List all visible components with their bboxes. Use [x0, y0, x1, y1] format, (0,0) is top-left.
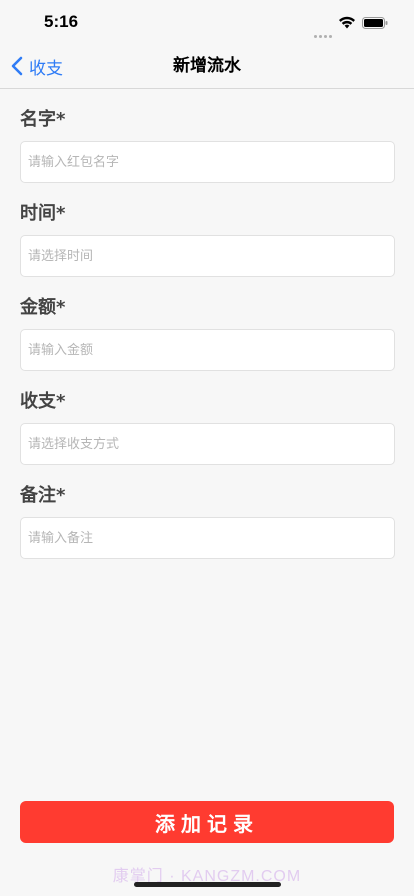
note-input[interactable] — [20, 517, 395, 559]
field-time: 时间* — [20, 200, 395, 277]
cellular-signal-icon — [314, 23, 334, 38]
amount-input[interactable] — [20, 329, 395, 371]
time-input[interactable] — [20, 235, 395, 277]
status-time: 5:16 — [44, 12, 79, 31]
field-name: 名字* — [20, 106, 395, 183]
field-label-type: 收支* — [20, 391, 66, 412]
chevron-left-icon — [11, 56, 23, 76]
field-label-note: 备注* — [20, 485, 66, 506]
income-expense-input[interactable] — [20, 423, 395, 465]
field-label-name: 名字* — [20, 109, 66, 130]
navigation-bar: 新增流水 收支 — [0, 44, 414, 89]
status-bar: 5:16 — [0, 0, 414, 44]
field-type: 收支* — [20, 388, 395, 465]
field-amount: 金额* — [20, 294, 395, 371]
wifi-icon — [339, 16, 355, 29]
add-record-button[interactable]: 添加记录 — [20, 801, 394, 843]
add-record-form: 名字* 时间* 金额* 收支* 备注* — [0, 89, 414, 559]
field-label-time: 时间* — [20, 203, 66, 224]
field-label-amount: 金额* — [20, 297, 66, 318]
back-button-label: 收支 — [29, 58, 63, 79]
name-input[interactable] — [20, 141, 395, 183]
home-indicator — [134, 882, 281, 887]
battery-icon — [362, 17, 388, 29]
back-button[interactable]: 收支 — [10, 44, 63, 88]
field-note: 备注* — [20, 482, 395, 559]
